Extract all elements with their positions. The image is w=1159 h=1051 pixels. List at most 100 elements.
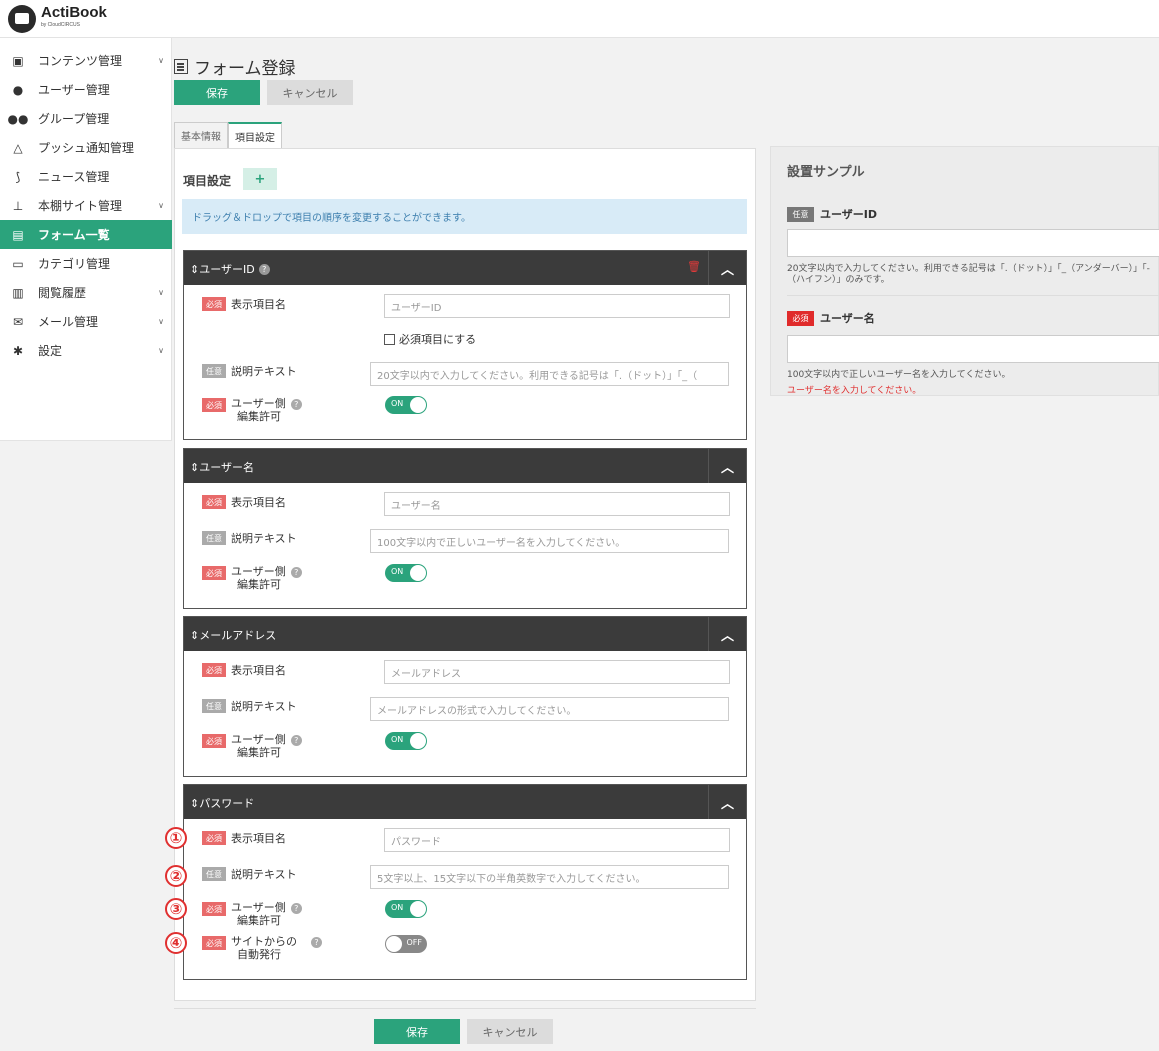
- optional-badge: 任意: [202, 699, 226, 713]
- field-card-user-id[interactable]: ⇕ ユーザーID ? 🗑 ︿ 必須 表示項目名 ユーザーID 必須項目にする 任…: [183, 250, 747, 440]
- display-name-label: 表示項目名: [231, 832, 286, 845]
- sample-user-name-input[interactable]: [787, 335, 1159, 363]
- required-badge: 必須: [202, 566, 226, 580]
- sidebar-item-label: ユーザー管理: [38, 83, 110, 97]
- description-row: ② 任意 説明テキスト 5文字以上、15文字以下の半角英数字で入力してください。: [165, 865, 748, 889]
- main-content: フォーム登録 保存 キャンセル 基本情報 項目設定 項目設定 + ドラッグ＆ドロ…: [165, 38, 1159, 1051]
- trash-icon[interactable]: 🗑: [687, 260, 701, 273]
- divider: [174, 1008, 756, 1009]
- help-icon[interactable]: ?: [290, 399, 302, 410]
- chevron-down-icon: ∨: [158, 56, 164, 65]
- cancel-button[interactable]: キャンセル: [267, 80, 353, 105]
- sidebar-item-history[interactable]: ▥ 閲覧履歴 ∨: [0, 278, 172, 307]
- field-card-password[interactable]: ⇕ パスワード ︿ ① 必須 表示項目名 パスワード ② 任意 説明テキスト 5…: [165, 784, 748, 980]
- collapse-button[interactable]: ︿: [708, 251, 746, 285]
- sidebar-item-groups[interactable]: ●● グループ管理: [0, 104, 172, 133]
- drag-handle-icon[interactable]: ⇕: [190, 263, 199, 276]
- toggle-on-label: ON: [391, 903, 404, 912]
- chart-icon: ▥: [12, 285, 24, 300]
- user-edit-toggle[interactable]: ON: [385, 732, 427, 750]
- user-edit-toggle[interactable]: ON: [385, 396, 427, 414]
- drag-handle-icon[interactable]: ⇕: [190, 797, 199, 810]
- item-settings-panel: 項目設定 + ドラッグ＆ドロップで項目の順序を変更することができます。 ⇕ ユー…: [165, 148, 756, 1001]
- top-bar: ActiBook by CloudCIRCUS: [0, 0, 1159, 38]
- description-input[interactable]: 20文字以内で入力してください。利用できる記号は「.（ドット）」「_（: [370, 362, 729, 386]
- sample-item-label: ユーザーID: [820, 208, 878, 221]
- chevron-down-icon: ∨: [158, 346, 164, 355]
- sample-user-id-input[interactable]: [787, 229, 1159, 257]
- card-header[interactable]: ⇕ ユーザー名 ︿: [184, 449, 746, 483]
- make-required-checkbox[interactable]: 必須項目にする: [384, 331, 476, 347]
- actibook-logo[interactable]: ActiBook by CloudCIRCUS: [8, 5, 107, 33]
- checkbox-icon: [384, 333, 395, 345]
- tab-basic-info[interactable]: 基本情報: [174, 122, 228, 148]
- toggle-on-label: ON: [391, 399, 404, 408]
- cancel-button-bottom[interactable]: キャンセル: [467, 1019, 553, 1044]
- help-icon[interactable]: ?: [311, 937, 322, 948]
- sidebar-item-forms[interactable]: ▤ フォーム一覧: [0, 220, 172, 249]
- logo-mark-icon: [8, 5, 36, 33]
- description-input[interactable]: メールアドレスの形式で入力してください。: [370, 697, 729, 721]
- sidebar-item-label: グループ管理: [38, 112, 110, 126]
- user-edit-label: ユーザー側: [231, 397, 286, 410]
- card-header[interactable]: ⇕ ユーザーID ? 🗑 ︿: [184, 251, 746, 285]
- user-edit-toggle[interactable]: ON: [385, 564, 427, 582]
- field-card-user-name[interactable]: ⇕ ユーザー名 ︿ 必須 表示項目名 ユーザー名 任意 説明テキスト 100文字…: [183, 448, 747, 609]
- sidebar-item-mail[interactable]: ✉ メール管理 ∨: [0, 307, 172, 336]
- annotation-marker-3: ③: [165, 898, 187, 920]
- card-title: ユーザー名: [199, 461, 254, 474]
- tab-item-settings[interactable]: 項目設定: [228, 122, 282, 148]
- display-name-input[interactable]: メールアドレス: [384, 660, 730, 684]
- required-badge: 必須: [202, 495, 226, 509]
- save-button[interactable]: 保存: [174, 80, 260, 105]
- drag-handle-icon[interactable]: ⇕: [190, 629, 199, 642]
- display-name-input[interactable]: ユーザーID: [384, 294, 730, 318]
- sidebar-item-label: メール管理: [38, 315, 99, 329]
- description-label: 説明テキスト: [231, 700, 297, 713]
- collapse-button[interactable]: ︿: [708, 449, 746, 483]
- display-name-input[interactable]: パスワード: [384, 828, 730, 852]
- field-card-email[interactable]: ⇕ メールアドレス ︿ 必須 表示項目名 メールアドレス 任意 説明テキスト メ…: [183, 616, 747, 777]
- collapse-button[interactable]: ︿: [708, 617, 746, 651]
- help-icon[interactable]: ?: [258, 263, 270, 275]
- required-badge: 必須: [202, 398, 226, 412]
- description-input[interactable]: 100文字以内で正しいユーザー名を入力してください。: [370, 529, 729, 553]
- divider: [787, 295, 1159, 296]
- auto-issue-label-2: 自動発行: [237, 948, 281, 961]
- user-edit-label: ユーザー側: [231, 565, 286, 578]
- sidebar-item-push[interactable]: △ プッシュ通知管理: [0, 133, 172, 162]
- display-name-input[interactable]: ユーザー名: [384, 492, 730, 516]
- required-badge: 必須: [202, 902, 226, 916]
- drag-handle-icon[interactable]: ⇕: [190, 461, 199, 474]
- save-button-bottom[interactable]: 保存: [374, 1019, 460, 1044]
- card-header[interactable]: ⇕ パスワード ︿: [184, 785, 746, 819]
- auto-issue-toggle[interactable]: OFF: [385, 935, 427, 953]
- user-edit-label-2: 編集許可: [237, 410, 281, 423]
- required-badge: 必須: [202, 297, 226, 311]
- sidebar-item-categories[interactable]: ▭ カテゴリ管理: [0, 249, 172, 278]
- display-name-label: 表示項目名: [231, 496, 286, 509]
- display-name-row: ① 必須 表示項目名 パスワード: [165, 827, 748, 855]
- mail-icon: ✉: [12, 314, 24, 329]
- display-name-label: 表示項目名: [231, 298, 286, 311]
- help-icon[interactable]: ?: [290, 735, 302, 746]
- user-edit-row: ③ 必須 ユーザー側? 編集許可 ON: [165, 898, 748, 930]
- group-icon: ●●: [7, 111, 29, 126]
- sidebar-item-news[interactable]: ⟆ ニュース管理: [0, 162, 172, 191]
- help-icon[interactable]: ?: [290, 903, 302, 914]
- collapse-button[interactable]: ︿: [708, 785, 746, 819]
- sidebar-item-users[interactable]: ● ユーザー管理: [0, 75, 172, 104]
- description-input[interactable]: 5文字以上、15文字以下の半角英数字で入力してください。: [370, 865, 729, 889]
- help-icon[interactable]: ?: [290, 567, 302, 578]
- sample-preview-panel: 設置サンプル 任意 ユーザーID 20文字以内で入力してください。利用できる記号…: [770, 146, 1159, 396]
- sidebar-item-bookshelf[interactable]: ⊥ 本棚サイト管理 ∨: [0, 191, 172, 220]
- sitemap-icon: ⊥: [12, 198, 24, 213]
- tab-bar: 基本情報 項目設定: [174, 122, 282, 148]
- add-item-button[interactable]: +: [243, 168, 277, 190]
- card-header[interactable]: ⇕ メールアドレス ︿: [184, 617, 746, 651]
- display-name-label: 表示項目名: [231, 664, 286, 677]
- user-edit-toggle[interactable]: ON: [385, 900, 427, 918]
- page-title-text: フォーム登録: [194, 59, 296, 79]
- sidebar-item-settings[interactable]: ✱ 設定 ∨: [0, 336, 172, 365]
- sidebar-item-contents[interactable]: ▣ コンテンツ管理 ∨: [0, 46, 172, 75]
